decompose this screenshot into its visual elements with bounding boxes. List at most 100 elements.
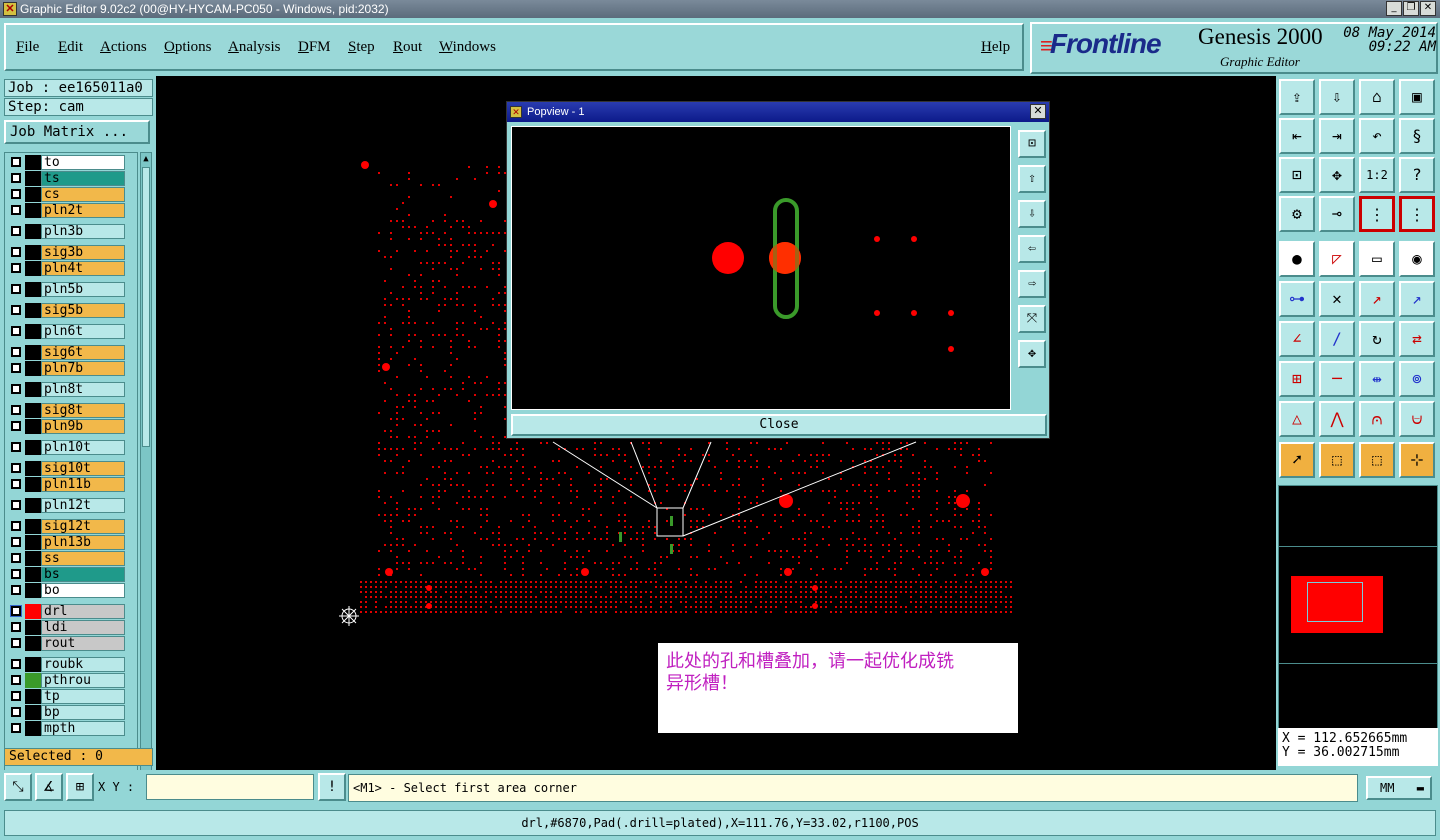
layer-row-pthrou[interactable]: pthrou	[7, 673, 127, 688]
layer-checkbox[interactable]	[11, 675, 21, 685]
split-icon[interactable]: ─	[1319, 361, 1355, 397]
layer-scrollbar[interactable]: ▲ ▼	[140, 152, 152, 820]
layer-row-pln13b[interactable]: pln13b	[7, 535, 127, 550]
layer-checkbox[interactable]	[11, 305, 21, 315]
layer-name[interactable]: pln9b	[41, 419, 125, 434]
layer-color-swatch[interactable]	[25, 361, 41, 376]
layer-color-swatch[interactable]	[25, 604, 41, 619]
layer-checkbox[interactable]	[11, 553, 21, 563]
layer-color-swatch[interactable]	[25, 303, 41, 318]
layer-row-sig8t[interactable]: sig8t	[7, 403, 127, 418]
layer-color-swatch[interactable]	[25, 345, 41, 360]
snap-icon[interactable]: ⊸	[1319, 196, 1355, 232]
resize-icon[interactable]: ⊞	[1279, 361, 1315, 397]
menu-dfm[interactable]: DFM	[298, 39, 331, 56]
layer-row-pln8t[interactable]: pln8t	[7, 382, 127, 397]
layer-name[interactable]: ts	[41, 171, 125, 186]
layer-row-cs[interactable]: cs	[7, 187, 127, 202]
arc-icon[interactable]: ↻	[1359, 321, 1395, 357]
select-mode-icon[interactable]: ⬚	[1359, 442, 1395, 478]
redraw-icon[interactable]: §	[1399, 118, 1435, 154]
layer-checkbox[interactable]	[11, 226, 21, 236]
scroll-thumb[interactable]	[142, 167, 150, 447]
layer-color-swatch[interactable]	[25, 567, 41, 582]
layer-color-swatch[interactable]	[25, 519, 41, 534]
triangle-icon[interactable]: △	[1279, 401, 1315, 437]
layer-checkbox[interactable]	[11, 421, 21, 431]
line-icon[interactable]: /	[1319, 321, 1355, 357]
zoom-ratio-icon[interactable]: 1:2	[1359, 157, 1395, 193]
minimize-button[interactable]: _	[1386, 1, 1402, 16]
layer-checkbox[interactable]	[11, 173, 21, 183]
layer-checkbox[interactable]	[11, 707, 21, 717]
layer-checkbox[interactable]	[11, 205, 21, 215]
layer-name[interactable]: pln3b	[41, 224, 125, 239]
layer-name[interactable]: to	[41, 155, 125, 170]
undo-icon[interactable]: ↶	[1359, 118, 1395, 154]
overview-viewport[interactable]	[1307, 582, 1363, 622]
layer-name[interactable]: pln10t	[41, 440, 125, 455]
layer-color-swatch[interactable]	[25, 382, 41, 397]
maximize-button[interactable]: ❐	[1403, 1, 1419, 16]
layer-row-tp[interactable]: tp	[7, 689, 127, 704]
layer-color-swatch[interactable]	[25, 498, 41, 513]
layer-color-swatch[interactable]	[25, 705, 41, 720]
job-matrix-button[interactable]: Job Matrix ...	[4, 120, 150, 144]
grid-icon[interactable]: ⊞	[66, 773, 94, 801]
layer-color-swatch[interactable]	[25, 403, 41, 418]
layer-color-swatch[interactable]	[25, 477, 41, 492]
layer-name[interactable]: bo	[41, 583, 125, 598]
layer-color-swatch[interactable]	[25, 636, 41, 651]
layer-row-pln6t[interactable]: pln6t	[7, 324, 127, 339]
overview-map[interactable]	[1278, 485, 1438, 743]
net-icon[interactable]: ⋮	[1359, 196, 1395, 232]
layer-color-swatch[interactable]	[25, 620, 41, 635]
layer-color-swatch[interactable]	[25, 171, 41, 186]
layer-checkbox[interactable]	[10, 605, 22, 617]
layer-row-ss[interactable]: ss	[7, 551, 127, 566]
layer-name[interactable]: sig3b	[41, 245, 125, 260]
layer-name[interactable]: cs	[41, 187, 125, 202]
layer-name[interactable]: ldi	[41, 620, 125, 635]
layer-name[interactable]: ss	[41, 551, 125, 566]
layer-checkbox[interactable]	[11, 691, 21, 701]
select-arrow-icon[interactable]: ➚	[1279, 442, 1315, 478]
layer-name[interactable]: bp	[41, 705, 125, 720]
menu-rout[interactable]: Rout	[393, 39, 422, 56]
layer-checkbox[interactable]	[11, 723, 21, 733]
layer-checkbox[interactable]	[11, 622, 21, 632]
layer-color-swatch[interactable]	[25, 689, 41, 704]
layer-name[interactable]: sig6t	[41, 345, 125, 360]
popview-close-icon[interactable]: ✕	[1030, 104, 1046, 119]
menu-edit[interactable]: Edit	[58, 39, 83, 56]
layer-row-sig5b[interactable]: sig5b	[7, 303, 127, 318]
window-icon[interactable]: ▣	[1399, 79, 1435, 115]
layer-row-pln9b[interactable]: pln9b	[7, 419, 127, 434]
layer-row-ts[interactable]: ts	[7, 171, 127, 186]
select-pad-icon[interactable]: ◉	[1399, 241, 1435, 277]
layer-name[interactable]: sig8t	[41, 403, 125, 418]
angle-mode-icon[interactable]: ∡	[35, 773, 63, 801]
layer-color-swatch[interactable]	[25, 419, 41, 434]
layer-checkbox[interactable]	[11, 247, 21, 257]
layer-row-bs[interactable]: bs	[7, 567, 127, 582]
menu-windows[interactable]: Windows	[439, 39, 496, 56]
menu-actions[interactable]: Actions	[100, 39, 147, 56]
popview-zoom-in-icon[interactable]: ⤧	[1018, 305, 1046, 333]
popview-canvas[interactable]	[511, 126, 1011, 410]
layer-checkbox[interactable]	[11, 537, 21, 547]
layer-row-sig6t[interactable]: sig6t	[7, 345, 127, 360]
layer-color-swatch[interactable]	[25, 673, 41, 688]
layer-name[interactable]: pln7b	[41, 361, 125, 376]
layer-row-drl[interactable]: drl	[7, 604, 127, 619]
layer-color-swatch[interactable]	[25, 721, 41, 736]
layer-checkbox[interactable]	[11, 189, 21, 199]
layer-checkbox[interactable]	[11, 638, 21, 648]
layer-name[interactable]: pln4t	[41, 261, 125, 276]
layer-row-pln10t[interactable]: pln10t	[7, 440, 127, 455]
layer-checkbox[interactable]	[11, 384, 21, 394]
layer-name[interactable]: pln12t	[41, 498, 125, 513]
layer-name[interactable]: mpth	[41, 721, 125, 736]
layer-color-swatch[interactable]	[25, 324, 41, 339]
zoom-fit-icon[interactable]: ✥	[1319, 157, 1355, 193]
